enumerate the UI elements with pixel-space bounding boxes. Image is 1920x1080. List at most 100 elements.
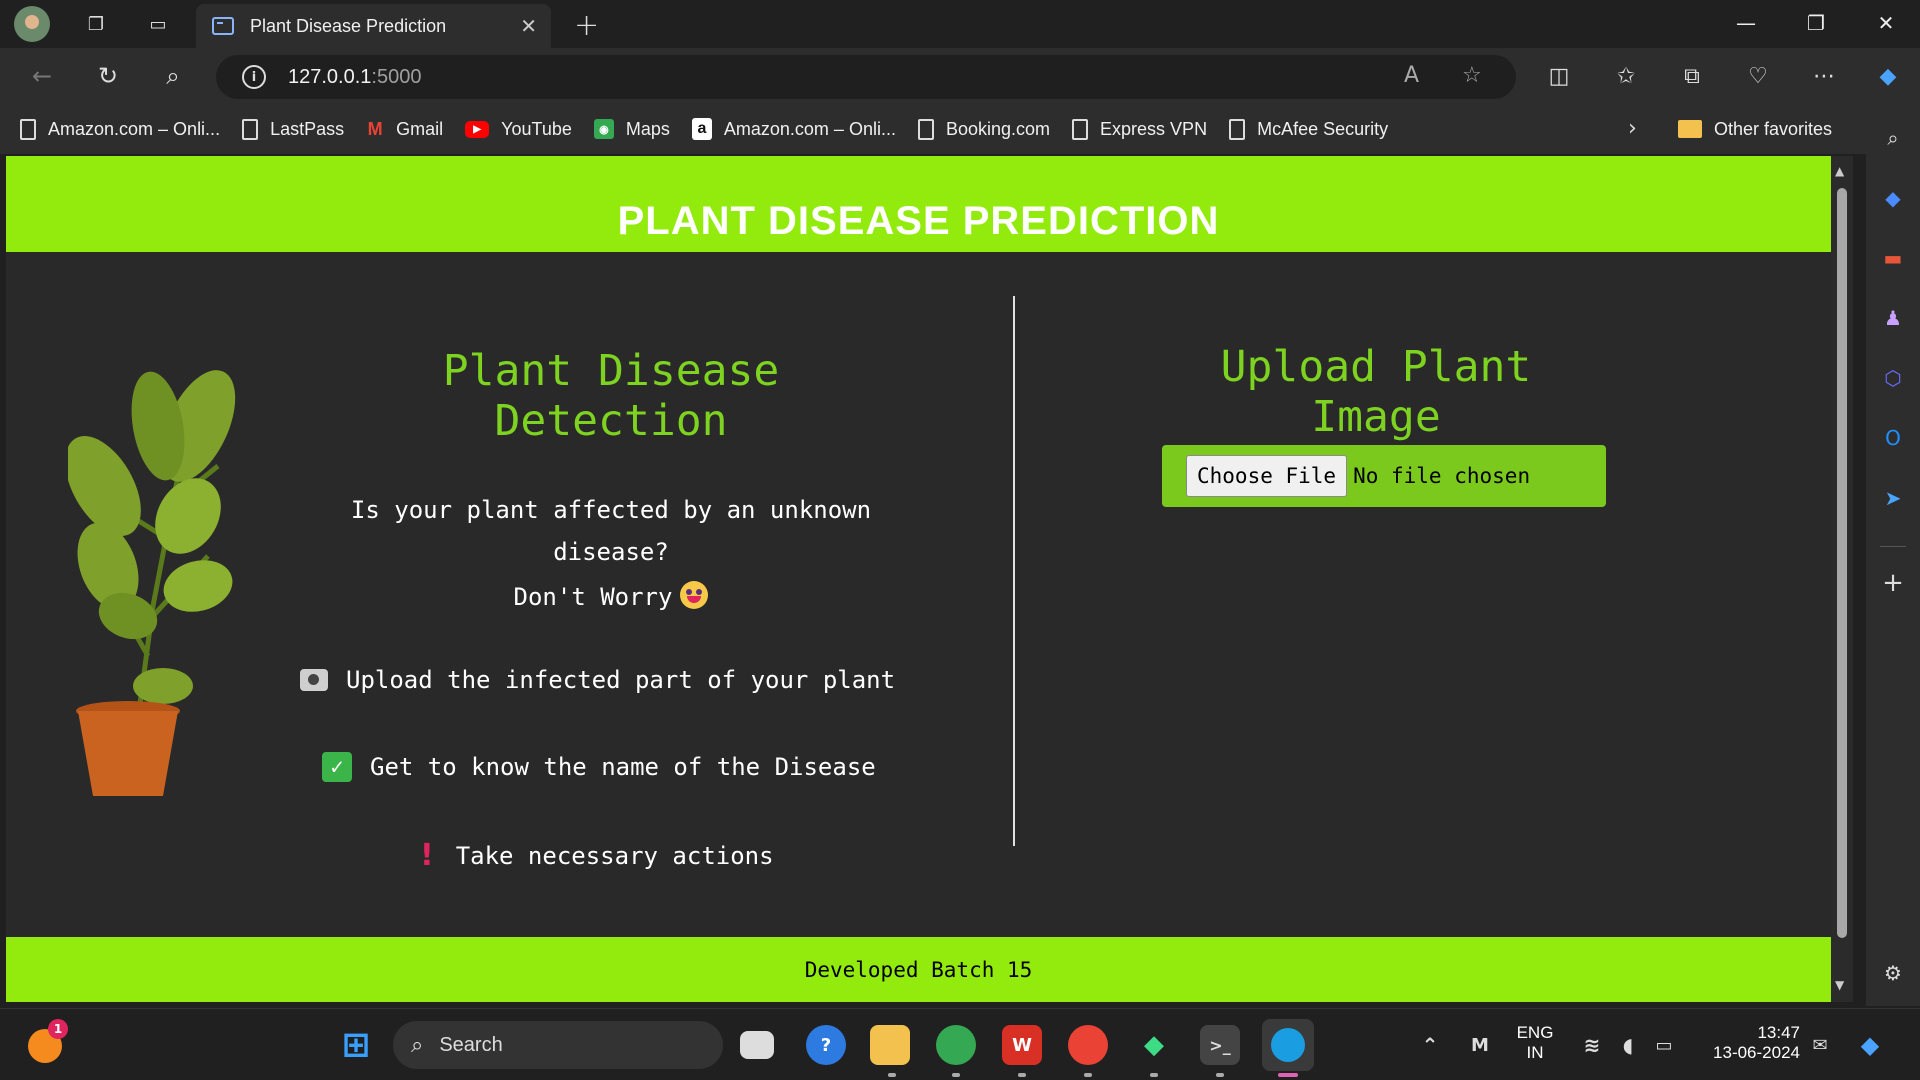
- folder-icon: [1678, 120, 1702, 138]
- minimize-icon[interactable]: —: [1712, 0, 1780, 46]
- copilot-icon[interactable]: ◆: [1870, 60, 1906, 92]
- checkmark-icon: ✓: [322, 752, 352, 782]
- close-tab-icon[interactable]: ✕: [520, 14, 537, 38]
- bookmark-label: Amazon.com – Onli...: [723, 118, 896, 139]
- tool-icon[interactable]: ◆: [1134, 1025, 1174, 1065]
- close-window-icon[interactable]: ✕: [1852, 0, 1920, 46]
- bookmark-label: Express VPN: [1100, 118, 1208, 139]
- chevron-up-icon[interactable]: ⌃: [1410, 1025, 1450, 1065]
- gmail-icon: M: [367, 118, 383, 139]
- clock[interactable]: 13:47 13-06-2024: [1690, 1023, 1800, 1063]
- choose-file-button[interactable]: Choose File: [1186, 455, 1348, 497]
- games-icon[interactable]: ♟: [1879, 304, 1907, 332]
- dont-worry-text: Don't Worry: [513, 583, 673, 611]
- bookmark-amazon-2[interactable]: a Amazon.com – Onli...: [691, 118, 896, 140]
- scroll-thumb[interactable]: [1837, 188, 1847, 938]
- step-upload: Upload the infected part of your plant: [300, 666, 895, 694]
- notification-badge: 1: [48, 1019, 68, 1039]
- favorite-star-icon[interactable]: ☆: [1462, 63, 1482, 88]
- url-host: 127.0.0.1: [288, 65, 372, 88]
- battery-icon[interactable]: ▭: [1644, 1025, 1684, 1065]
- search-icon[interactable]: ⌕: [155, 60, 191, 92]
- tab-title: Plant Disease Prediction: [250, 15, 447, 36]
- active-tab[interactable]: Plant Disease Prediction ✕: [196, 4, 551, 48]
- bookmark-label: McAfee Security: [1257, 118, 1389, 139]
- step-upload-text: Upload the infected part of your plant: [346, 666, 896, 694]
- collections-icon[interactable]: ⧉: [1674, 60, 1710, 92]
- running-indicator: [952, 1073, 960, 1077]
- tab-actions-icon[interactable]: ▭: [142, 8, 174, 40]
- search-icon: ⌕: [411, 1032, 424, 1058]
- bookmark-amazon-1[interactable]: Amazon.com – Onli...: [20, 118, 220, 140]
- question-line-3: Don't Worry: [326, 581, 896, 611]
- scroll-up-icon[interactable]: ▲: [1835, 164, 1844, 178]
- address-bar[interactable]: i 127.0.0.1:5000 A ☆: [216, 55, 1516, 99]
- chrome-profile-icon[interactable]: [1068, 1025, 1108, 1065]
- workspaces-icon[interactable]: ❐: [80, 8, 112, 40]
- page-icon: [917, 118, 934, 140]
- page-viewport: PLANT DISEASE PREDICTION Plant Disease D…: [6, 156, 1831, 1002]
- exclamation-icon: !: [420, 838, 434, 873]
- bookmark-mcafee[interactable]: McAfee Security: [1229, 118, 1389, 140]
- shopping-tag-icon[interactable]: ◆: [1879, 184, 1907, 212]
- bookmark-youtube[interactable]: ▶ YouTube: [465, 119, 572, 140]
- other-favorites[interactable]: Other favorites: [1678, 104, 1832, 154]
- bookmark-expressvpn[interactable]: Express VPN: [1072, 118, 1208, 140]
- page-footer: Developed Batch 15: [6, 937, 1831, 1002]
- search-icon[interactable]: ⌕: [1879, 124, 1907, 152]
- task-view-icon[interactable]: [740, 1031, 774, 1059]
- outlook-icon[interactable]: O: [1879, 424, 1907, 452]
- volume-icon[interactable]: ◖: [1608, 1025, 1648, 1065]
- wps-office-icon[interactable]: W: [1002, 1025, 1042, 1065]
- chevron-right-icon[interactable]: ›: [1628, 116, 1637, 141]
- url-text[interactable]: 127.0.0.1:5000: [288, 66, 421, 89]
- vertical-scrollbar[interactable]: ▲ ▼: [1831, 156, 1853, 1002]
- help-icon[interactable]: ?: [806, 1025, 846, 1065]
- question-line-1: Is your plant affected by an unknown: [350, 496, 872, 524]
- notification-center-icon[interactable]: ✉: [1800, 1025, 1840, 1065]
- bookmark-maps[interactable]: ◉ Maps: [593, 119, 670, 140]
- gear-icon[interactable]: ⚙: [1879, 959, 1907, 987]
- page-title: PLANT DISEASE PREDICTION: [617, 199, 1220, 243]
- terminal-icon[interactable]: >_: [1200, 1025, 1240, 1065]
- tools-icon[interactable]: ▬: [1879, 244, 1907, 272]
- bookmark-booking[interactable]: Booking.com: [917, 118, 1050, 140]
- site-info-icon[interactable]: i: [242, 65, 266, 89]
- language-indicator[interactable]: ENG IN: [1500, 1023, 1570, 1063]
- edge-active-icon[interactable]: [1262, 1019, 1314, 1071]
- profile-avatar[interactable]: [14, 6, 50, 42]
- browser-essentials-icon[interactable]: ♡: [1740, 60, 1776, 92]
- read-aloud-icon[interactable]: A: [1404, 63, 1419, 88]
- wifi-icon[interactable]: ≋: [1572, 1025, 1612, 1065]
- favorites-icon[interactable]: ✩: [1608, 60, 1644, 92]
- detection-title: Plant Disease Detection: [442, 346, 780, 446]
- add-icon[interactable]: +: [1879, 568, 1907, 598]
- new-tab-icon[interactable]: +: [574, 8, 599, 43]
- bookmark-label: LastPass: [270, 118, 345, 139]
- bookmark-gmail[interactable]: M Gmail: [366, 118, 444, 140]
- vertical-divider: [1013, 296, 1015, 846]
- start-icon[interactable]: ⊞: [336, 1025, 376, 1065]
- clock-date: 13-06-2024: [1713, 1043, 1800, 1062]
- running-indicator: [1084, 1073, 1092, 1077]
- file-input[interactable]: Choose File No file chosen: [1162, 445, 1606, 507]
- language-line-1: ENG: [1516, 1023, 1554, 1042]
- back-icon[interactable]: ←: [24, 60, 60, 92]
- split-screen-icon[interactable]: ◫: [1541, 60, 1577, 92]
- taskbar-search[interactable]: ⌕ Search: [393, 1021, 723, 1069]
- scroll-down-icon[interactable]: ▼: [1835, 978, 1844, 992]
- restore-icon[interactable]: ❐: [1782, 0, 1850, 46]
- file-explorer-icon[interactable]: [870, 1025, 910, 1065]
- copilot-taskbar-icon[interactable]: ◆: [1850, 1025, 1890, 1065]
- more-menu-icon[interactable]: ⋯: [1806, 60, 1842, 92]
- mcafee-tray-icon[interactable]: M: [1460, 1025, 1500, 1065]
- edge-icon: [1271, 1028, 1305, 1062]
- windows-taskbar: 1 ⊞ ⌕ Search ? W ◆ >_ ⌃ M ENG IN ≋ ◖ ▭ 1…: [0, 1008, 1920, 1080]
- send-icon[interactable]: ➤: [1879, 484, 1907, 512]
- amazon-icon: a: [691, 118, 712, 140]
- refresh-icon[interactable]: ↻: [90, 60, 126, 92]
- page-favicon-icon: [212, 17, 234, 35]
- chrome-icon[interactable]: [936, 1025, 976, 1065]
- microsoft365-icon[interactable]: ⬡: [1879, 364, 1907, 392]
- bookmark-lastpass[interactable]: LastPass: [242, 118, 345, 140]
